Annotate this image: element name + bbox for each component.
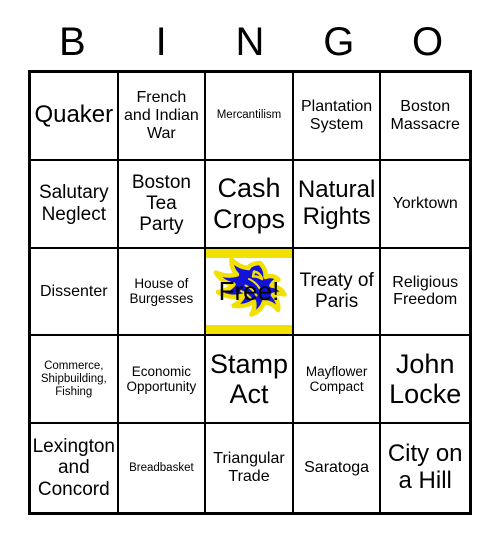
bingo-cell-label: Saratoga [304,459,370,477]
bingo-cell-label: House of Burgesses [129,276,194,307]
header-letter-o: O [412,20,444,64]
free-space-inner: Free! [206,248,292,335]
bingo-cell[interactable]: Yorktown [381,160,469,249]
bingo-header: B I N G O [28,16,472,68]
bingo-cell-label: Commerce, Shipbuilding, Fishing [40,359,107,398]
bingo-cell[interactable]: Triangular Trade [206,424,294,512]
header-letter-i: I [155,20,167,64]
bingo-cell-label: Boston Massacre [390,97,460,133]
bingo-cell[interactable]: Quaker [31,73,119,161]
bingo-grid: Quaker French and Indian War Mercantilis… [28,70,472,515]
bingo-cell[interactable]: Salutary Neglect [31,160,119,249]
bingo-cell-label: French and Indian War [124,89,199,142]
bingo-cell[interactable]: John Locke [381,336,469,425]
bingo-cell[interactable]: Dissenter [31,248,119,337]
bingo-card: B I N G O Quaker French and Indian War M… [0,0,501,544]
bingo-cell-label: Treaty of Paris [299,270,374,313]
bingo-cell[interactable]: Stamp Act [206,336,294,425]
bingo-cell[interactable]: Breadbasket [118,424,207,512]
bingo-free-space-cell[interactable]: Free! [206,248,294,337]
bingo-cell-label: Triangular Trade [213,450,285,486]
bingo-cell-label: Lexington and Concord [32,436,115,500]
header-letter-b: B [59,20,86,64]
bingo-cell[interactable]: Lexington and Concord [31,424,119,512]
bingo-cell-label: Boston Tea Party [131,171,191,236]
bingo-cell[interactable]: City on a Hill [381,424,469,512]
bingo-cell[interactable]: Boston Massacre [381,73,469,161]
bingo-cell-label: John Locke [389,349,462,410]
bingo-cell[interactable]: Mayflower Compact [293,336,382,425]
bingo-cell[interactable]: Religious Freedom [381,248,469,337]
bingo-cell[interactable]: House of Burgesses [118,248,207,337]
bingo-cell-label: City on a Hill [387,440,463,495]
bingo-cell-label: Mayflower Compact [305,364,368,395]
header-letter-g: G [323,20,355,64]
bingo-cell-label: Mercantilism [216,109,282,122]
bingo-cell-label: Stamp Act [209,349,289,410]
bingo-cell-label: Religious Freedom [392,273,459,309]
header-letter-n: N [235,20,265,64]
bingo-cell-label: Plantation System [301,97,373,133]
bingo-cell[interactable]: Economic Opportunity [118,336,207,425]
bingo-cell-label: Economic Opportunity [126,364,197,395]
bingo-cell[interactable]: Natural Rights [293,160,382,249]
bingo-cell-label: Salutary Neglect [38,182,109,225]
bingo-cell-label: Cash Crops [212,173,285,234]
bingo-cell-label: Natural Rights [297,175,376,230]
bingo-cell-label: Dissenter [40,282,108,300]
bingo-cell-label: Quaker [34,101,114,129]
bingo-cell[interactable]: Mercantilism [206,73,294,161]
bingo-cell[interactable]: Boston Tea Party [118,160,207,249]
bingo-cell[interactable]: French and Indian War [118,73,207,161]
bingo-cell[interactable]: Treaty of Paris [293,248,382,337]
bingo-cell[interactable]: Cash Crops [206,160,294,249]
bingo-cell[interactable]: Commerce, Shipbuilding, Fishing [31,336,119,425]
bingo-cell-label: Breadbasket [129,461,194,474]
bingo-cell[interactable]: Saratoga [293,424,382,512]
bingo-cell-label: Yorktown [392,194,458,212]
bingo-cell[interactable]: Plantation System [293,73,382,161]
free-space-label: Free! [218,276,280,307]
